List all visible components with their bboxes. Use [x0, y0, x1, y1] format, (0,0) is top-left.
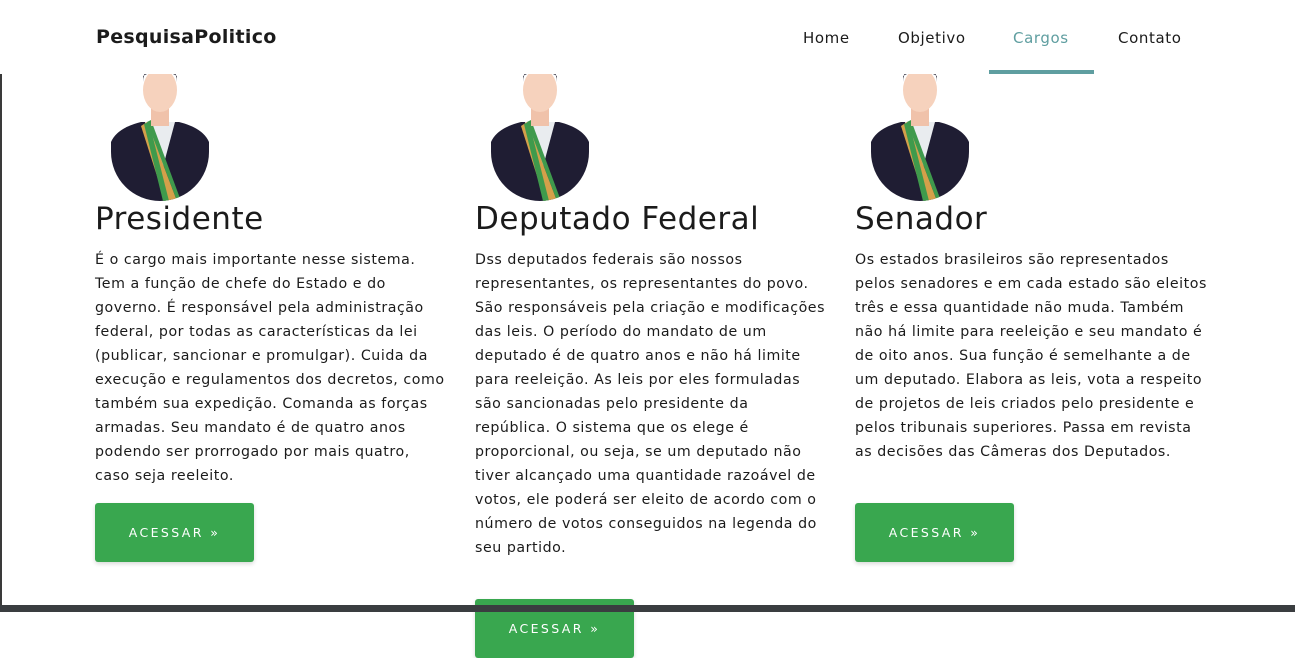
- politician-avatar-icon: [871, 60, 969, 201]
- politician-avatar-icon: [491, 60, 589, 201]
- card-description: Os estados brasileiros são representados…: [855, 252, 1207, 460]
- navbar: PesquisaPolitico Home Objetivo Cargos Co…: [0, 0, 1295, 74]
- card-description: Dss deputados federais são nossos repres…: [475, 252, 826, 556]
- card-title: Deputado Federal: [475, 201, 760, 237]
- bottom-scroll-edge: [0, 605, 1295, 612]
- card-title: Presidente: [95, 201, 264, 237]
- acessar-button[interactable]: ACESSAR »: [855, 503, 1014, 562]
- politician-avatar-icon: [111, 60, 209, 201]
- nav-link-objetivo[interactable]: Objetivo: [898, 29, 966, 47]
- nav-link-home[interactable]: Home: [803, 29, 850, 47]
- active-nav-indicator: [989, 70, 1094, 74]
- card-title: Senador: [855, 201, 988, 237]
- nav-link-cargos[interactable]: Cargos: [1013, 29, 1069, 47]
- acessar-button[interactable]: ACESSAR »: [95, 503, 254, 562]
- nav-link-contato[interactable]: Contato: [1118, 29, 1182, 47]
- brand-logo[interactable]: PesquisaPolitico: [96, 26, 277, 48]
- card-description: É o cargo mais importante nesse sistema.…: [95, 252, 445, 484]
